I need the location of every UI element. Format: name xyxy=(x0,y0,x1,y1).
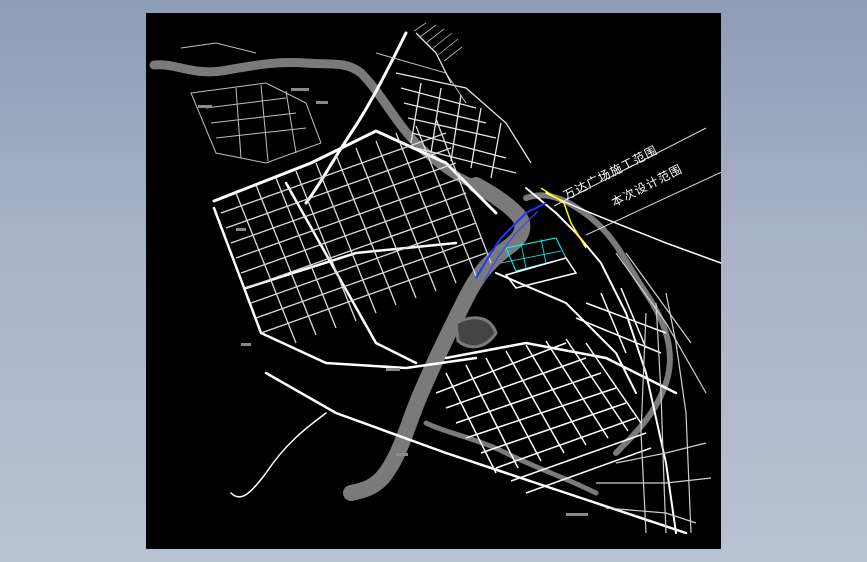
northeast-district-grid xyxy=(395,32,532,179)
cad-drawing-viewport[interactable]: 万达广场施工范围 本次设计范围 xyxy=(146,13,721,549)
river xyxy=(149,57,673,501)
river-island xyxy=(454,316,498,349)
hatched-parcel xyxy=(413,22,463,62)
highlight-white-plaza xyxy=(504,257,578,289)
river-branch-east xyxy=(523,192,673,456)
east-radial-roads xyxy=(596,252,712,534)
river-upper-channel xyxy=(149,57,481,190)
city-plan-drawing: 万达广场施工范围 本次设计范围 xyxy=(149,22,721,535)
river-branch-south xyxy=(423,420,599,496)
